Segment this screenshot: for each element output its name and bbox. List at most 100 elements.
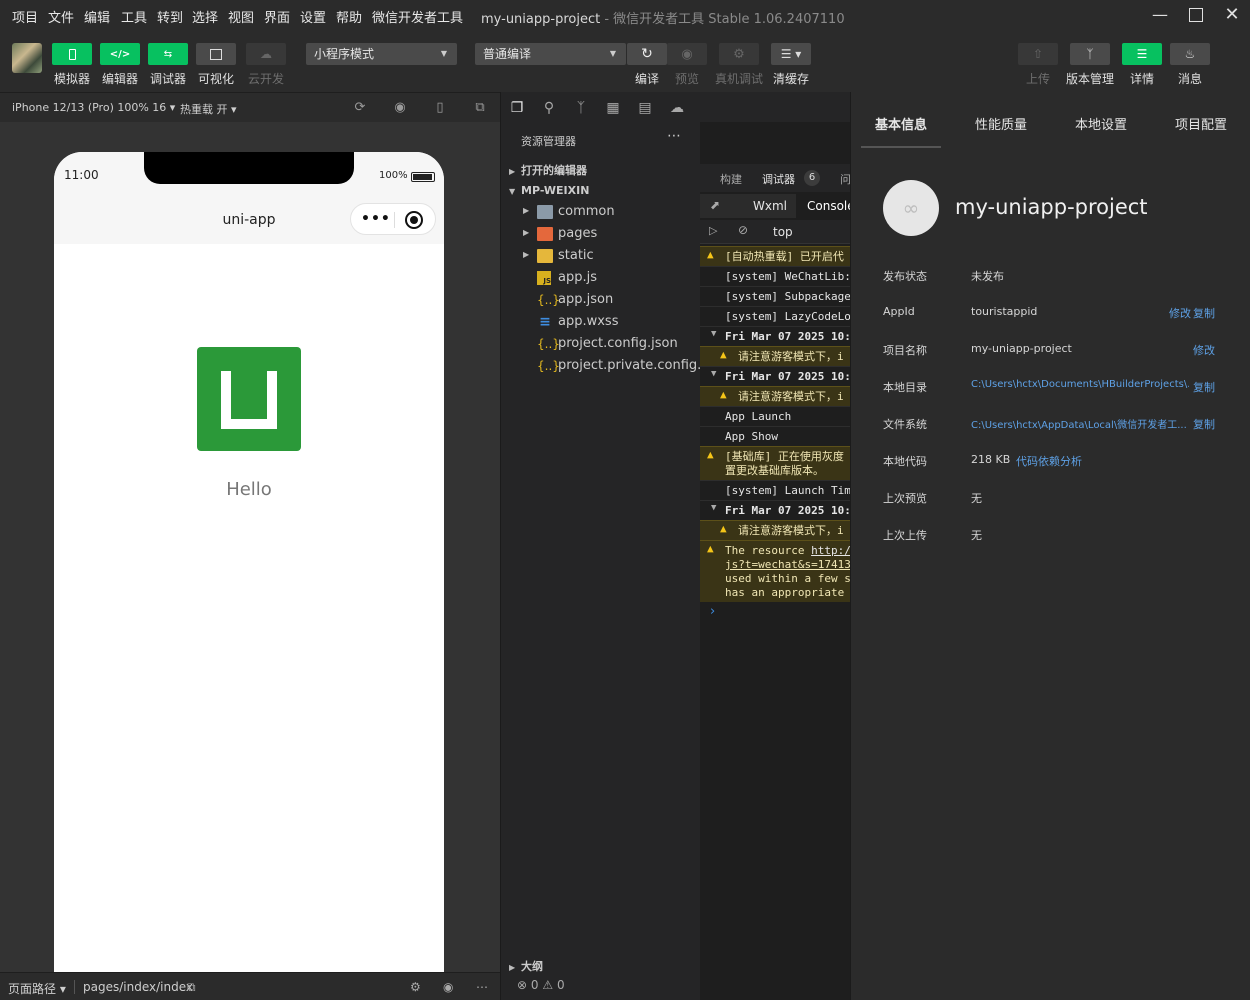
tab-wxml[interactable]: Wxml [753,199,787,213]
menu-project[interactable]: 项目 [12,7,38,26]
clear-cache-button[interactable]: ☰ ▾ [771,43,811,65]
hot-reload-select[interactable]: 热重载 开 ▾ [180,101,237,117]
debugger-toggle-button[interactable]: ⇆ [148,43,188,65]
tree-item-common[interactable]: ▶ common [501,202,701,224]
tab-basic-info[interactable]: 基本信息 [875,114,927,133]
status-time: 11:00 [64,168,99,182]
storage-icon[interactable]: ▤ [636,99,654,117]
files-icon[interactable]: ❐ [508,99,526,117]
tree-item-label: pages [558,226,598,241]
upload-button[interactable]: ⇧ [1018,43,1058,65]
clear-console-icon[interactable]: ⊘ [738,223,748,237]
phone-icon [68,48,76,60]
code-analysis-link[interactable]: 代码依赖分析 [1016,453,1082,469]
extensions-icon[interactable]: ▦ [604,99,622,117]
page-path-select[interactable]: 页面路径 ▾ [8,980,66,997]
appid-copy-link[interactable]: 复制 [1193,305,1215,321]
menu-wechat-devtools[interactable]: 微信开发者工具 [372,7,463,26]
fs-value[interactable]: C:\Users\hctx\AppData\Local\微信开发者工... [971,416,1189,431]
menu-edit[interactable]: 编辑 [84,7,110,26]
menu-help[interactable]: 帮助 [336,7,362,26]
maximize-button[interactable] [1184,4,1208,26]
details-button[interactable]: ☰ [1122,43,1162,65]
menu-view[interactable]: 视图 [228,7,254,26]
copy-icon[interactable]: ⧉ [187,980,196,995]
device-debug-button[interactable]: ⚙ [719,43,759,65]
warning-icon: ▲ [720,522,727,535]
mini-program-capsule[interactable]: ••• [350,203,436,235]
minimize-button[interactable]: — [1148,4,1172,26]
open-editors-section[interactable]: ▶ 打开的编辑器 [509,162,587,178]
record-icon[interactable]: ◉ [392,100,408,116]
menu-interface[interactable]: 界面 [264,7,290,26]
cloud-icon[interactable]: ☁ [668,99,686,117]
phone-frame-icon[interactable]: ▯ [432,100,448,116]
tree-item-app-js[interactable]: JS app.js [501,268,701,290]
tab-build[interactable]: 构建 [720,171,742,187]
context-select[interactable]: top [773,225,793,239]
compile-button[interactable]: ↻ [627,43,667,65]
close-button[interactable]: ✕ [1220,4,1244,26]
eye-icon[interactable]: ◉ [443,980,453,994]
source-control-icon[interactable]: ᛉ [572,99,590,117]
sidebar-toggle-icon[interactable]: ▷ [709,224,717,237]
console-prompt-icon[interactable]: › [710,604,715,619]
more-icon[interactable]: ⋯ [667,128,682,144]
mode-select[interactable]: 小程序模式 ▼ [306,43,457,65]
resource-link[interactable]: http:/ [811,544,850,557]
project-section[interactable]: ▼ MP-WEIXIN [509,184,589,197]
local-dir-value[interactable]: C:\Users\hctx\Documents\HBuilderProjects… [971,379,1189,390]
menu-select[interactable]: 选择 [192,7,218,26]
rotate-icon[interactable]: ⟳ [352,100,368,116]
console-log-group[interactable]: ▼ Fri Mar 07 2025 10: [700,500,850,520]
outline-section[interactable]: ▶ 大纲 [509,958,543,974]
menu-file[interactable]: 文件 [48,7,74,26]
tab-local-settings[interactable]: 本地设置 [1075,114,1127,133]
open-editors-label: 打开的编辑器 [521,164,587,177]
version-button[interactable]: ᛉ [1070,43,1110,65]
tab-console[interactable]: Console [807,199,850,213]
last-preview-value: 无 [971,492,982,505]
log-text: 请注意游客模式下，i [738,390,844,403]
bug-icon[interactable]: ⚙ [410,980,421,994]
more-dots-icon[interactable]: ••• [361,210,391,228]
tab-debugger[interactable]: 调试器 [762,171,795,187]
messages-button[interactable]: ♨ [1170,43,1210,65]
tree-item-static[interactable]: ▶ static [501,246,701,268]
name-edit-link[interactable]: 修改 [1193,342,1215,358]
menu-settings[interactable]: 设置 [300,7,326,26]
user-avatar[interactable] [12,43,42,73]
appid-edit-link[interactable]: 修改 [1169,305,1191,321]
more-icon[interactable]: ⋯ [476,980,488,994]
device-select[interactable]: iPhone 12/13 (Pro) 100% 16 ▾ [12,101,175,114]
console-log-group[interactable]: ▼ Fri Mar 07 2025 10: [700,326,850,346]
compile-mode-select[interactable]: 普通编译 ▼ [475,43,626,65]
popout-icon[interactable]: ⧉ [472,100,488,116]
preview-button[interactable]: ◉ [667,43,707,65]
tree-item-app-json[interactable]: {..} app.json [501,290,701,312]
tree-item-app-wxss[interactable]: ≡ app.wxss [501,312,701,334]
phone-screen[interactable]: 11:00 100% uni-app ••• Hello [54,152,444,992]
console-log-group[interactable]: ▼ Fri Mar 07 2025 10: [700,366,850,386]
menu-goto[interactable]: 转到 [157,7,183,26]
close-target-icon[interactable] [405,211,423,229]
fs-copy-link[interactable]: 复制 [1193,416,1215,432]
cloud-dev-button[interactable]: ☁ [246,43,286,65]
tab-project-config[interactable]: 项目配置 [1175,114,1227,133]
editor-toggle-button[interactable]: </> [100,43,140,65]
problems-status[interactable]: ⊗ 0 ⚠ 0 [517,978,565,992]
local-dir-copy-link[interactable]: 复制 [1193,379,1215,395]
console-log-warning: ▲ 请注意游客模式下，i [700,520,850,540]
branch-icon: ᛉ [1086,47,1094,61]
inspect-icon[interactable]: ⬈ [710,198,720,212]
tree-item-pages[interactable]: ▶ pages [501,224,701,246]
visual-toggle-button[interactable] [196,43,236,65]
tree-item-project-config[interactable]: {..} project.config.json [501,334,701,356]
simulator-toggle-button[interactable] [52,43,92,65]
menu-tools[interactable]: 工具 [121,7,147,26]
tab-issues[interactable]: 问 [840,171,850,187]
console-log-warning: ▲ 请注意游客模式下，i [700,386,850,406]
tree-item-project-private-config[interactable]: {..} project.private.config.js... [501,356,724,378]
search-icon[interactable]: ⚲ [540,99,558,117]
tab-performance[interactable]: 性能质量 [975,114,1027,133]
